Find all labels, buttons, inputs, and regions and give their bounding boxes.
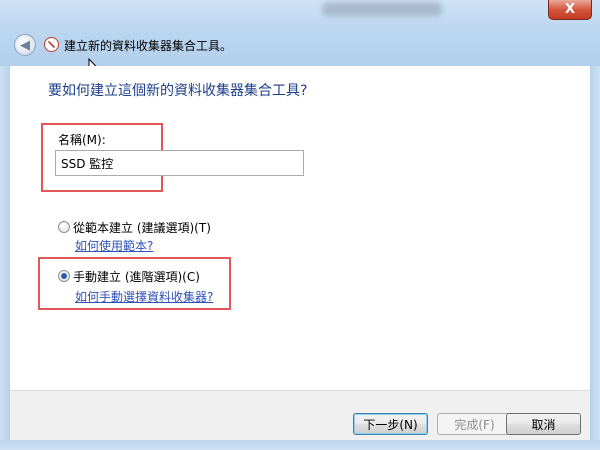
link-how-to-choose-collectors[interactable]: 如何手動選擇資料收集器? [75, 288, 213, 305]
window-border-bottom [0, 440, 600, 450]
name-input[interactable] [55, 150, 304, 176]
option-from-template-label[interactable]: 從範本建立 (建議選項)(T) [73, 219, 211, 236]
window-frame [0, 0, 600, 66]
wizard-title: 建立新的資料收集器集合工具。 [64, 39, 233, 53]
link-how-to-use-template[interactable]: 如何使用範本? [75, 237, 153, 254]
back-button[interactable]: ◀ [14, 34, 36, 56]
no-sign-icon [47, 40, 56, 49]
close-icon: X [564, 2, 576, 17]
radio-from-template[interactable] [58, 221, 70, 233]
data-collector-icon [44, 37, 59, 52]
radio-manual[interactable] [58, 270, 70, 282]
next-button[interactable]: 下一步(N) [353, 413, 428, 435]
finish-button[interactable]: 完成(F) [437, 413, 512, 435]
back-arrow-icon: ◀ [20, 37, 30, 53]
window-border-right [590, 66, 600, 450]
page-question: 要如何建立這個新的資料收集器集合工具? [48, 83, 308, 99]
option-manual-label[interactable]: 手動建立 (進階選項)(C) [73, 268, 200, 285]
close-button[interactable]: X [548, 0, 592, 20]
cancel-button[interactable]: 取消 [506, 413, 581, 435]
window-title-blurred [322, 2, 442, 16]
window-border-left [0, 66, 10, 450]
name-label: 名稱(M): [58, 133, 106, 147]
